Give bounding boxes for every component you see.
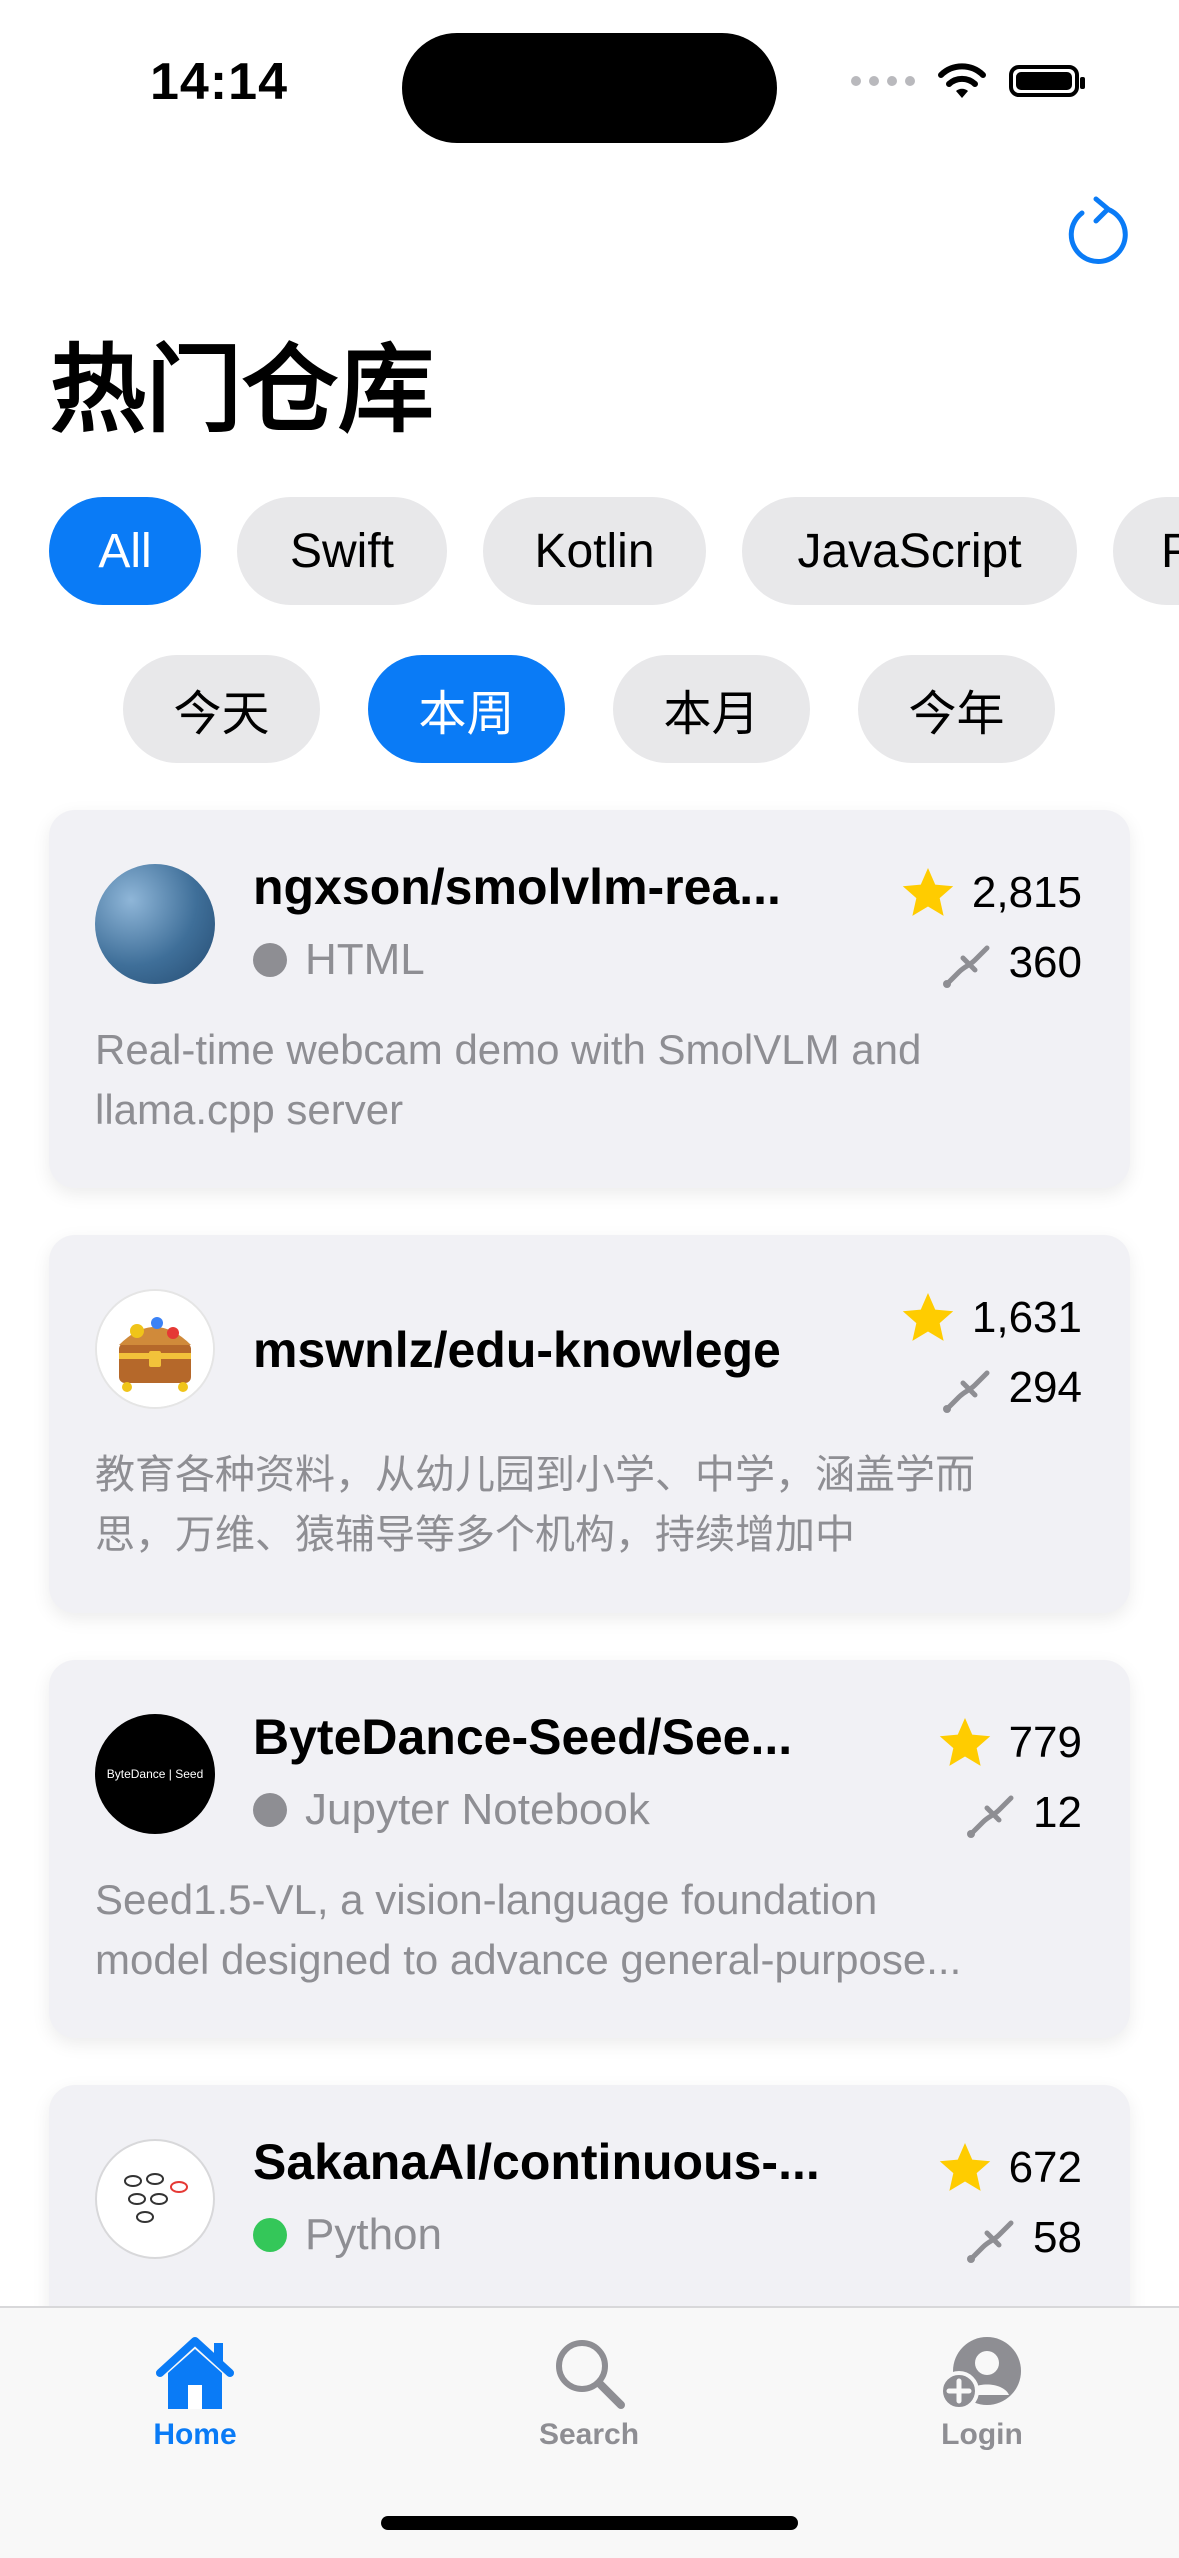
- repo-language-label: Python: [305, 2210, 442, 2259]
- tab-login-label: Login: [941, 2418, 1023, 2451]
- house-icon: [156, 2337, 234, 2409]
- repo-language-label: Jupyter Notebook: [305, 1785, 650, 1834]
- tab-home[interactable]: Home: [95, 2328, 295, 2452]
- star-count: 779: [1008, 1718, 1082, 1767]
- repo-language: HTML: [253, 935, 425, 985]
- fork-icon: [942, 1370, 990, 1413]
- status-icons: [851, 62, 1085, 100]
- star-icon: [939, 2143, 990, 2191]
- language-chip-javascript[interactable]: JavaScript: [742, 497, 1077, 605]
- language-dot: [253, 943, 287, 977]
- refresh-icon: [1068, 196, 1128, 265]
- fork-count: 360: [1008, 938, 1082, 987]
- repo-description-line: Real-time webcam demo with SmolVLM and: [95, 1026, 922, 1073]
- star-count: 2,815: [971, 868, 1082, 917]
- repo-description-line: Seed1.5-VL, a vision-language foundation: [95, 1876, 878, 1923]
- language-chip-kotlin[interactable]: Kotlin: [483, 497, 706, 605]
- repo-description-line: model designed to advance general-purpos…: [95, 1936, 962, 1983]
- period-chip-year[interactable]: 今年: [858, 655, 1055, 763]
- fork-icon: [967, 2220, 1014, 2263]
- language-dot: [253, 2218, 287, 2252]
- repo-language: Jupyter Notebook: [253, 1785, 650, 1835]
- repo-description-line: llama.cpp server: [95, 1086, 404, 1133]
- wifi-icon: [938, 63, 986, 98]
- repo-stats: 1,631 294: [900, 1283, 1082, 1423]
- repo-avatar: [95, 2139, 215, 2259]
- tab-home-label: Home: [153, 2418, 237, 2451]
- repo-name: mswnlz/edu-knowlege: [253, 1322, 781, 1378]
- status-time: 14:14: [150, 53, 288, 111]
- repo-description-line: 教育各种资料，从幼儿园到小学、中学，涵盖学而: [95, 1452, 975, 1498]
- period-filter: 今天 本周 本月 今年: [123, 655, 1055, 763]
- repo-card[interactable]: mswnlz/edu-knowlege 1,631 294 教育各种资料，从幼儿…: [49, 1235, 1130, 1613]
- period-chip-week[interactable]: 本周: [368, 655, 565, 763]
- repo-name: ByteDance-Seed/See...: [253, 1709, 793, 1765]
- battery-icon: [1009, 65, 1085, 97]
- period-chip-month[interactable]: 本月: [613, 655, 810, 763]
- repo-description: Seed1.5-VL, a vision-language foundation…: [95, 1870, 1095, 1990]
- tab-search-label: Search: [538, 2418, 640, 2451]
- repo-language-label: HTML: [305, 935, 425, 984]
- avatar-label: ByteDance | Seed: [106, 1767, 204, 1781]
- fork-icon: [942, 945, 990, 988]
- star-icon: [902, 868, 954, 916]
- repo-stats: 672 58: [937, 2133, 1082, 2273]
- fish-school-icon: [124, 2173, 188, 2223]
- home-indicator: [381, 2516, 798, 2530]
- repo-description-line: 思，万维、猿辅导等多个机构，持续增加中: [95, 1512, 855, 1558]
- repo-stats: 779 12: [937, 1708, 1082, 1848]
- repo-avatar: ByteDance | Seed: [95, 1714, 215, 1834]
- repo-name: ngxson/smolvlm-rea...: [253, 859, 781, 915]
- page-title: 热门仓库: [50, 334, 434, 446]
- repo-stats: 2,815 360: [900, 858, 1082, 998]
- repo-avatar: [95, 864, 215, 984]
- repo-card[interactable]: ByteDance | Seed ByteDance-Seed/See... J…: [49, 1660, 1130, 2038]
- star-icon: [902, 1293, 954, 1341]
- language-filter: All Swift Kotlin JavaScript P: [49, 497, 1179, 605]
- fork-count: 294: [1008, 1363, 1082, 1412]
- search-icon: [556, 2340, 625, 2409]
- language-chip-more[interactable]: P: [1113, 497, 1179, 605]
- repo-card[interactable]: ngxson/smolvlm-rea... HTML 2,815 360 Rea…: [49, 810, 1130, 1188]
- repo-name: SakanaAI/continuous-...: [253, 2134, 820, 2190]
- language-chip-all[interactable]: All: [49, 497, 201, 605]
- tab-search[interactable]: Search: [489, 2328, 689, 2452]
- cellular-signal-icon: [851, 76, 915, 86]
- fork-count: 12: [1033, 1788, 1082, 1837]
- dynamic-island: [402, 33, 777, 143]
- star-count: 672: [1008, 2143, 1082, 2192]
- language-chip-swift[interactable]: Swift: [237, 497, 447, 605]
- fork-count: 58: [1033, 2213, 1082, 2262]
- repo-language: Python: [253, 2210, 442, 2260]
- tab-login[interactable]: Login: [882, 2328, 1082, 2452]
- repo-description: Real-time webcam demo with SmolVLM and l…: [95, 1020, 1095, 1140]
- fork-icon: [967, 1795, 1014, 1838]
- repo-avatar: [95, 1289, 215, 1409]
- repo-description: 教育各种资料，从幼儿园到小学、中学，涵盖学而 思，万维、猿辅导等多个机构，持续增…: [95, 1445, 1095, 1565]
- star-icon: [939, 1718, 990, 1766]
- period-chip-today[interactable]: 今天: [123, 655, 320, 763]
- treasure-chest-icon: [97, 1291, 213, 1407]
- star-count: 1,631: [971, 1293, 1082, 1342]
- refresh-button[interactable]: [1060, 190, 1130, 270]
- language-dot: [253, 1793, 287, 1827]
- add-person-icon: [939, 2337, 1021, 2411]
